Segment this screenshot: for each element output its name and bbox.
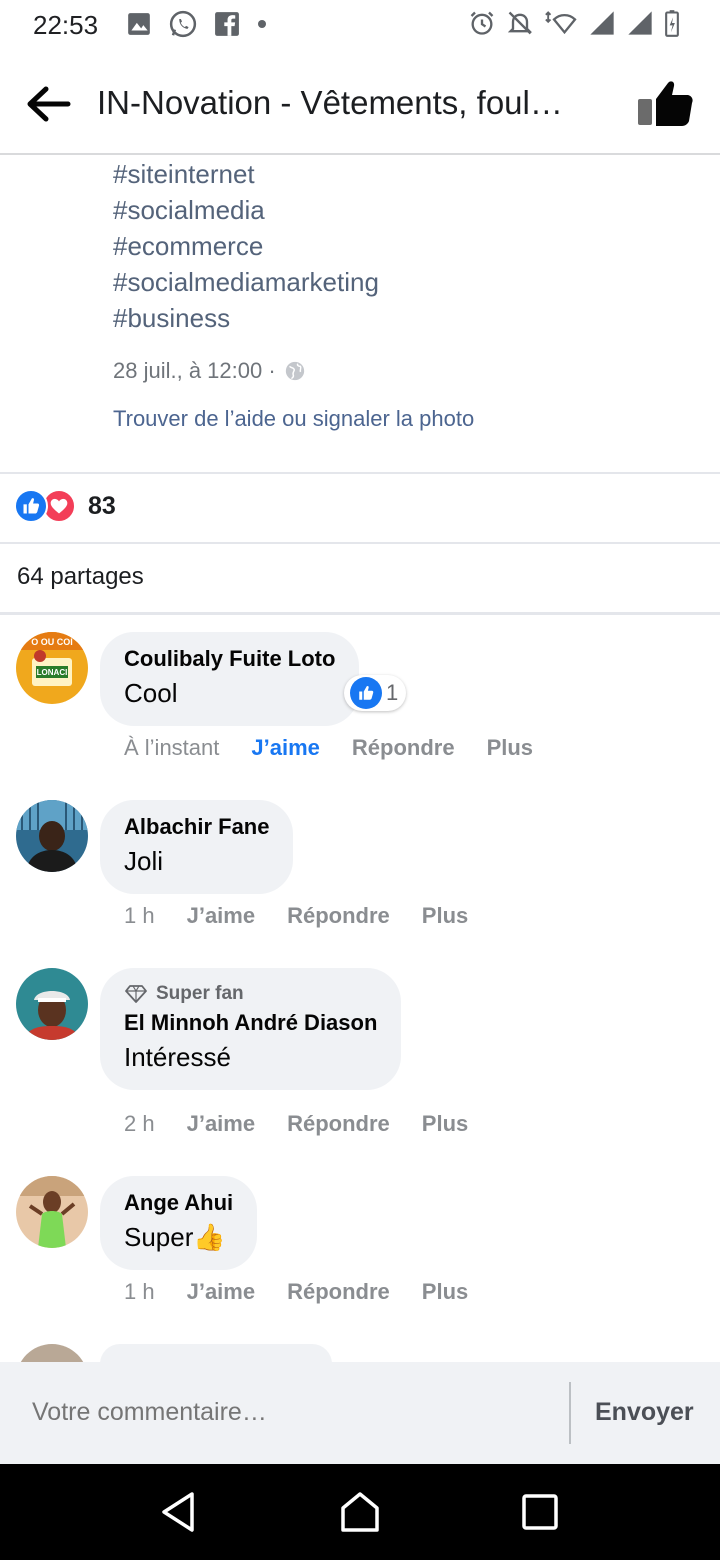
svg-text:LONACI: LONACI <box>37 668 68 677</box>
comment-reaction-count: 1 <box>386 680 399 705</box>
signal-icon <box>626 9 654 37</box>
svg-text:O OU COI: O OU COI <box>31 637 73 647</box>
system-nav-bar <box>0 1464 720 1560</box>
divider <box>569 1382 571 1444</box>
divider <box>0 612 720 615</box>
comment-composer: Envoyer <box>0 1362 720 1464</box>
wifi-icon <box>544 9 578 37</box>
more-button[interactable]: Plus <box>422 1279 468 1305</box>
comment-input[interactable] <box>32 1398 552 1427</box>
reply-button[interactable]: Répondre <box>352 735 455 761</box>
recents-icon <box>522 1494 558 1530</box>
avatar[interactable] <box>16 1344 88 1362</box>
thumbs-up-emoji-icon: 👍 <box>193 1222 226 1252</box>
gallery-icon <box>126 11 152 37</box>
home-icon <box>341 1492 379 1532</box>
more-button[interactable]: Plus <box>487 735 533 761</box>
comment-time: 2 h <box>124 1111 155 1136</box>
battery-icon <box>664 9 680 37</box>
page-title[interactable]: IN-Novation - Vêtements, foul… <box>97 84 597 122</box>
more-button[interactable]: Plus <box>422 1111 468 1137</box>
hashtag-link[interactable]: #socialmediamarketing <box>113 264 379 300</box>
like-button[interactable]: J’aime <box>251 735 320 761</box>
nav-back-button[interactable] <box>154 1486 206 1538</box>
divider <box>0 472 720 474</box>
comment-bubble[interactable]: Albachir Fane Joli <box>100 800 294 894</box>
hashtag-link[interactable]: #siteinternet <box>113 156 379 192</box>
comment-actions: 1 h J’aime Répondre Plus <box>124 1279 468 1305</box>
comment-time: 1 h <box>124 1279 155 1304</box>
super-fan-badge: Super fan <box>124 980 377 1008</box>
comment-text: Intéressé <box>124 1042 231 1072</box>
comment-bubble[interactable]: Super fan El Minnoh André Diason Intéres… <box>100 968 402 1090</box>
comment-text: Super👍 <box>124 1218 233 1256</box>
arrow-left-icon <box>27 86 71 122</box>
globe-icon <box>285 361 304 381</box>
reply-button[interactable]: Répondre <box>287 1111 390 1137</box>
comment-bubble[interactable]: Ange Ahui Super👍 <box>100 1176 258 1270</box>
comment-author[interactable]: Albachir Fane <box>124 812 269 842</box>
avatar[interactable]: O OU COI LONACI <box>16 632 88 704</box>
report-photo-link[interactable]: Trouver de l’aide ou signaler la photo <box>113 406 474 432</box>
comment-time: À l’instant <box>124 735 220 760</box>
app-header: IN-Novation - Vêtements, foul… <box>0 50 720 155</box>
status-time: 22:53 <box>33 10 99 40</box>
comment-bubble[interactable] <box>100 1344 332 1362</box>
hashtag-link[interactable]: #business <box>113 300 379 336</box>
whatsapp-icon <box>168 9 198 39</box>
reaction-count: 83 <box>88 491 116 520</box>
comment-text: Cool <box>124 678 178 708</box>
alarm-icon <box>468 9 496 37</box>
thumbs-up-icon <box>638 81 693 126</box>
more-button[interactable]: Plus <box>422 903 468 929</box>
reaction-summary[interactable]: 83 <box>14 489 116 523</box>
nav-home-button[interactable] <box>334 1486 386 1538</box>
reply-button[interactable]: Répondre <box>287 1279 390 1305</box>
back-button[interactable] <box>22 80 74 128</box>
status-bar: 22:53 <box>0 0 720 50</box>
like-button[interactable]: J’aime <box>187 903 256 929</box>
like-button[interactable]: J’aime <box>187 1279 256 1305</box>
super-fan-label: Super fan <box>156 983 244 1004</box>
post-date[interactable]: 28 juil., à 12:00 · <box>113 358 276 384</box>
hashtag-list: #siteinternet #socialmedia #ecommerce #s… <box>113 156 379 336</box>
comment-author[interactable]: El Minnoh André Diason <box>124 1008 377 1038</box>
avatar[interactable] <box>16 1176 88 1248</box>
like-reaction-icon <box>350 677 382 709</box>
comment-actions: À l’instant J’aime Répondre Plus <box>124 735 533 761</box>
comment-author[interactable]: Ange Ahui <box>124 1188 233 1218</box>
reply-button[interactable]: Répondre <box>287 903 390 929</box>
like-page-button[interactable] <box>634 77 698 129</box>
comment-actions: 1 h J’aime Répondre Plus <box>124 903 468 929</box>
like-button[interactable]: J’aime <box>187 1111 256 1137</box>
avatar[interactable] <box>16 968 88 1040</box>
avatar[interactable] <box>16 800 88 872</box>
comment-reaction-badge[interactable]: 1 <box>344 675 407 711</box>
diamond-icon <box>125 985 147 1003</box>
comment-bubble[interactable]: Coulibaly Fuite Loto Cool <box>100 632 360 726</box>
signal-icon <box>588 9 616 37</box>
like-reaction-icon <box>14 489 48 523</box>
facebook-icon <box>214 11 240 37</box>
share-count[interactable]: 64 partages <box>17 563 144 591</box>
hashtag-link[interactable]: #ecommerce <box>113 228 379 264</box>
nav-recents-button[interactable] <box>514 1486 566 1538</box>
post-meta: 28 juil., à 12:00 · <box>113 358 306 384</box>
back-icon <box>162 1492 194 1532</box>
comment-time: 1 h <box>124 903 155 928</box>
hashtag-link[interactable]: #socialmedia <box>113 192 379 228</box>
mute-icon <box>506 9 534 37</box>
comment-item-partial <box>0 1344 720 1362</box>
comment-text: Joli <box>124 846 164 876</box>
comment-actions: 2 h J’aime Répondre Plus <box>124 1111 468 1137</box>
send-button[interactable]: Envoyer <box>595 1398 694 1427</box>
dot-icon <box>256 18 268 30</box>
divider <box>0 542 720 544</box>
comment-text-content: Super <box>124 1222 194 1252</box>
comment-author[interactable]: Coulibaly Fuite Loto <box>124 644 335 674</box>
